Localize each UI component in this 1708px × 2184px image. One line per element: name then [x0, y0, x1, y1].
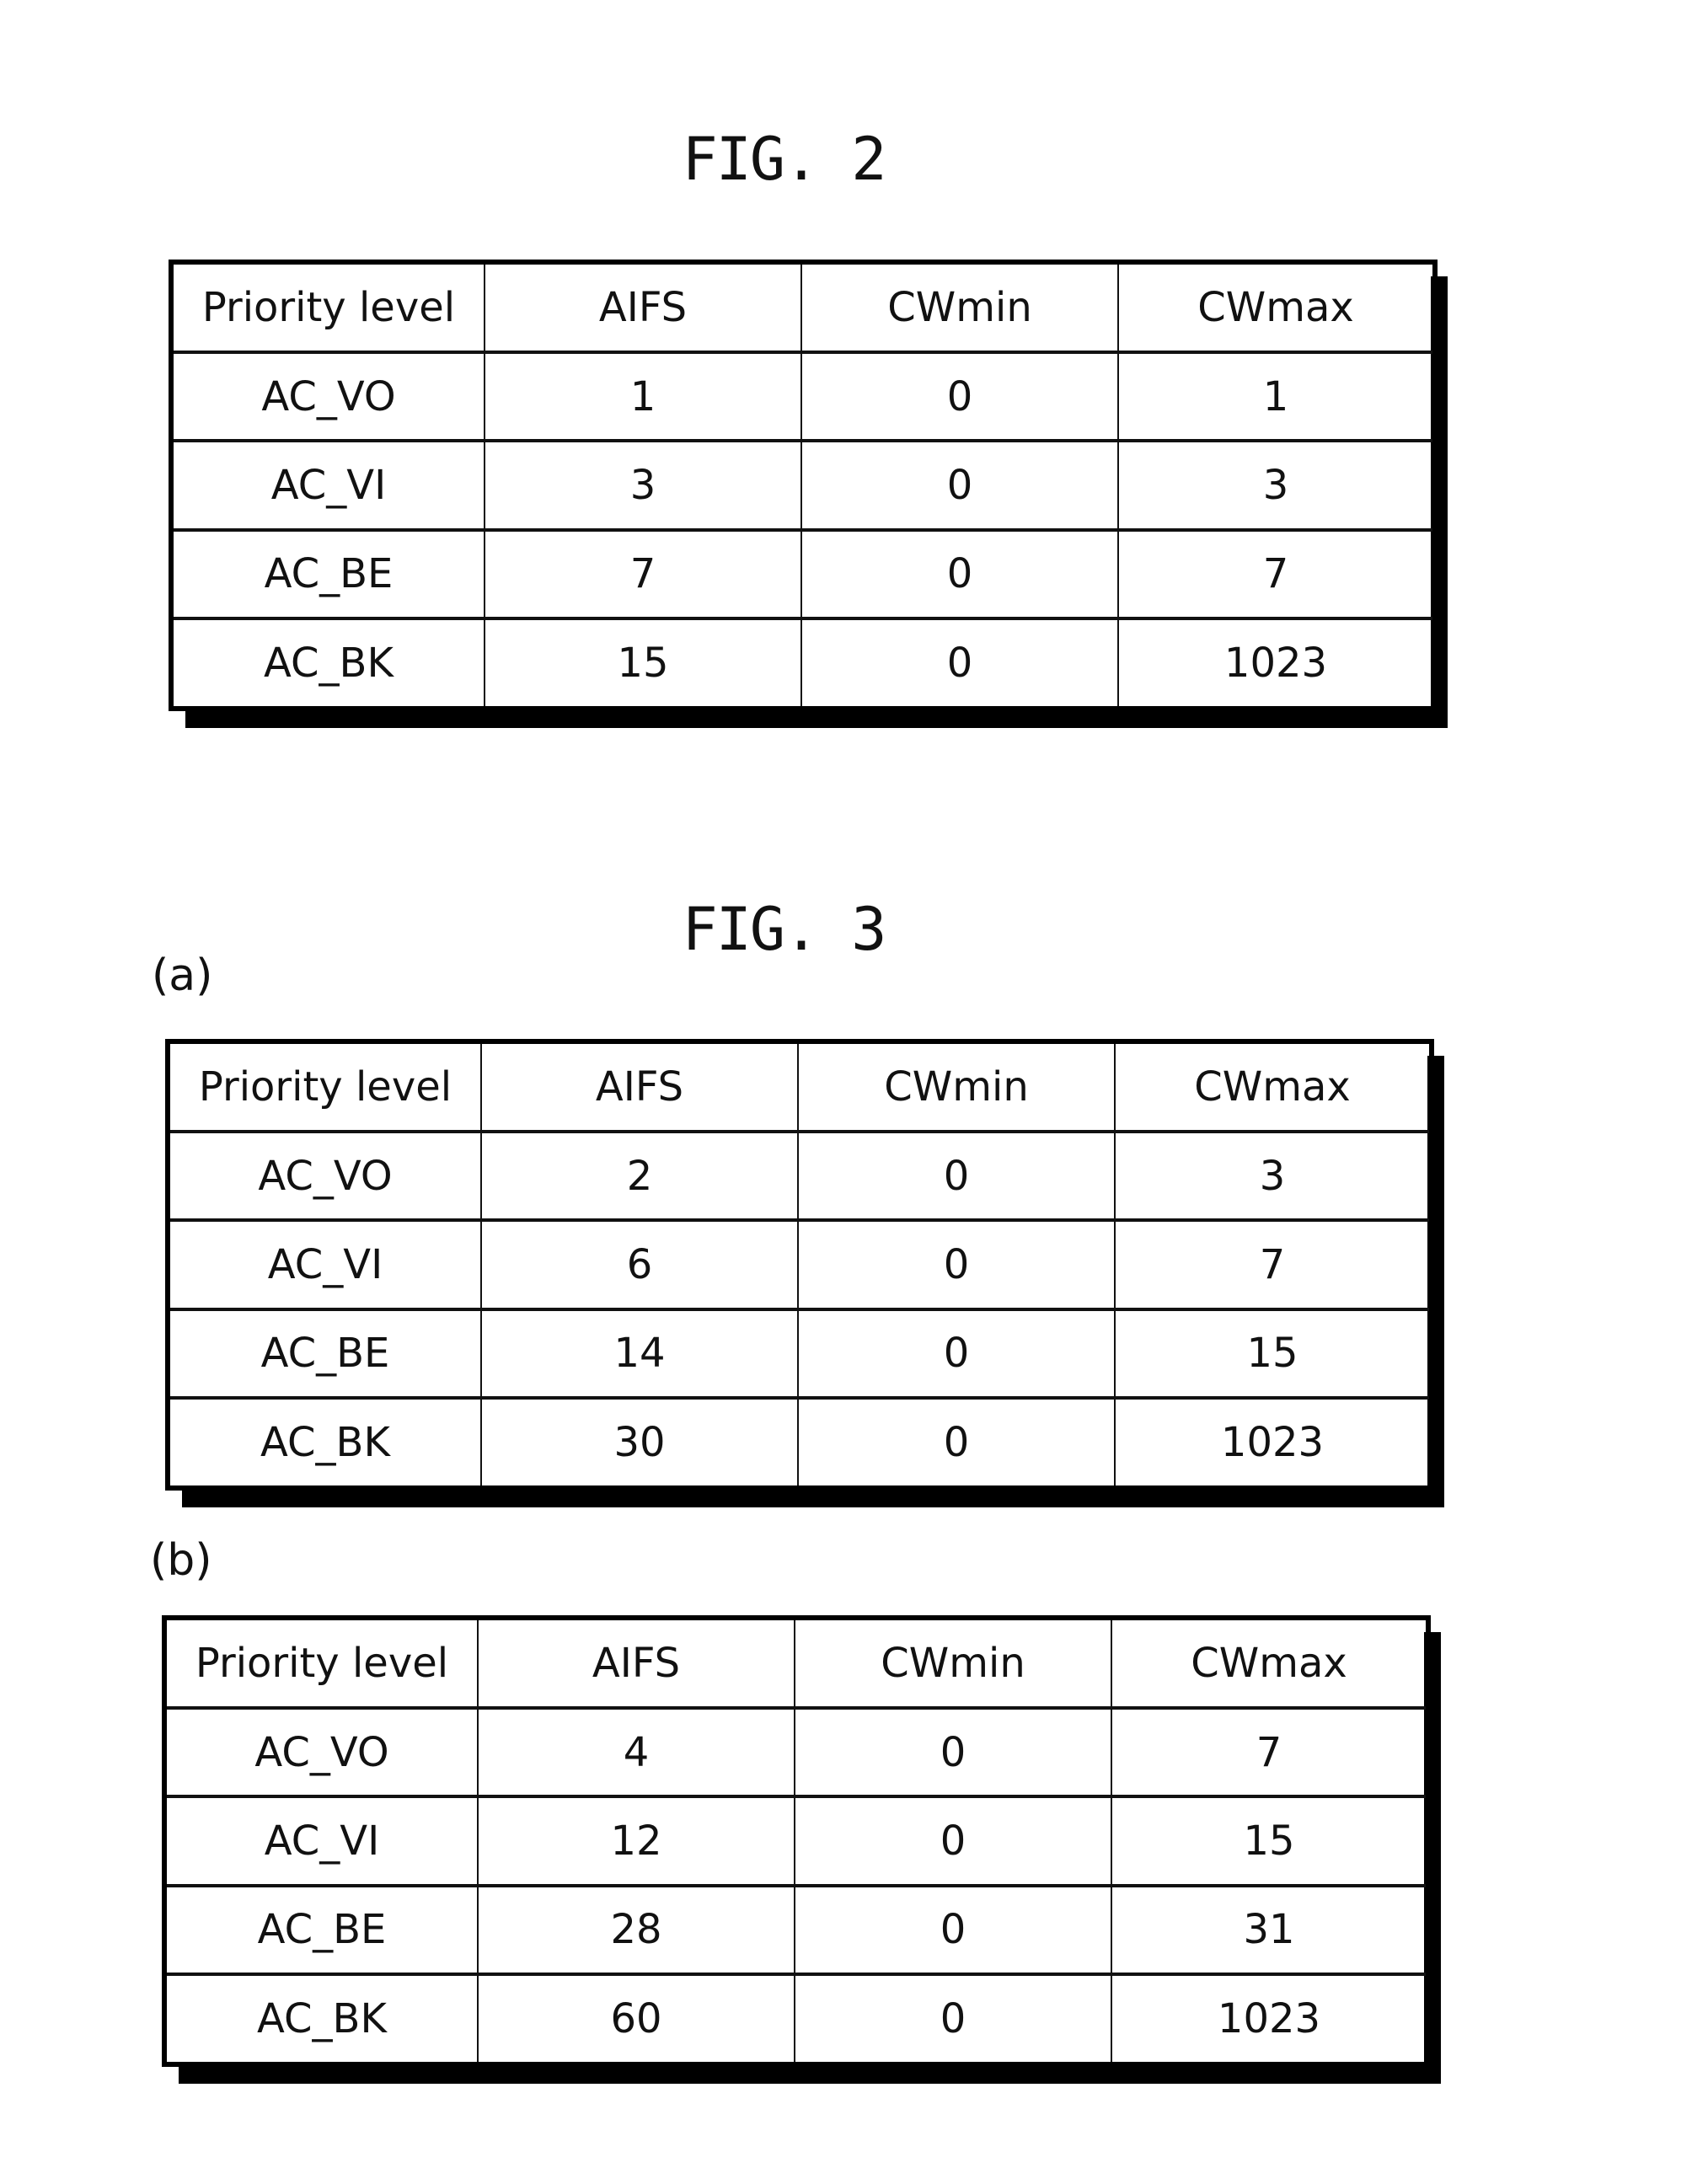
cell-cwmin: 0: [800, 440, 1119, 532]
table-row: AC_VO 1 0 1: [170, 351, 1436, 443]
cell-cwmax: 3: [1117, 440, 1436, 532]
header-cwmax: CWmax: [1117, 260, 1436, 355]
table-row: AC_VI 12 0 15: [163, 1796, 1429, 1887]
priority-table-fig3b: Priority level AIFS CWmin CWmax AC_VO 4 …: [162, 1615, 1431, 2067]
table-row: AC_VI 3 0 3: [170, 440, 1436, 532]
cell-cwmin: 0: [797, 1308, 1116, 1400]
cell-priority: AC_BK: [170, 617, 485, 710]
priority-table-fig2: Priority level AIFS CWmin CWmax AC_VO 1 …: [169, 260, 1438, 711]
header-cwmin: CWmin: [797, 1040, 1116, 1134]
cell-aifs: 7: [484, 528, 802, 620]
header-priority-level: Priority level: [170, 260, 485, 355]
cell-priority: AC_BE: [163, 1884, 479, 1976]
cell-cwmin: 0: [797, 1131, 1116, 1223]
cell-priority: AC_VI: [167, 1219, 482, 1311]
cell-cwmin: 0: [794, 1796, 1112, 1887]
cell-aifs: 2: [480, 1131, 799, 1223]
cell-priority: AC_BK: [167, 1396, 482, 1490]
cell-cwmax: 3: [1114, 1131, 1432, 1223]
cell-cwmin: 0: [797, 1396, 1116, 1490]
figure-title: FIG. 3: [682, 895, 887, 964]
cell-priority: AC_VO: [167, 1131, 482, 1223]
cell-cwmax: 15: [1114, 1308, 1432, 1400]
cell-cwmin: 0: [797, 1219, 1116, 1311]
header-cwmin: CWmin: [800, 260, 1119, 355]
cell-priority: AC_VO: [170, 351, 485, 443]
cell-aifs: 3: [484, 440, 802, 532]
cell-priority: AC_BE: [170, 528, 485, 620]
cell-aifs: 14: [480, 1308, 799, 1400]
parameter-table: Priority level AIFS CWmin CWmax AC_VO 4 …: [162, 1615, 1431, 2067]
parameter-table: Priority level AIFS CWmin CWmax AC_VO 2 …: [165, 1039, 1434, 1491]
cell-priority: AC_VI: [163, 1796, 479, 1887]
table-header-row: Priority level AIFS CWmin CWmax: [170, 260, 1436, 355]
table-row: AC_BE 14 0 15: [167, 1308, 1432, 1400]
cell-cwmin: 0: [794, 1707, 1112, 1799]
table-header-row: Priority level AIFS CWmin CWmax: [163, 1616, 1429, 1710]
cell-aifs: 4: [477, 1707, 795, 1799]
cell-cwmax: 7: [1111, 1707, 1429, 1799]
table-row: AC_BE 7 0 7: [170, 528, 1436, 620]
cell-cwmax: 15: [1111, 1796, 1429, 1887]
cell-aifs: 12: [477, 1796, 795, 1887]
figure-title: FIG. 2: [682, 125, 887, 194]
cell-cwmin: 0: [794, 1884, 1112, 1976]
header-cwmax: CWmax: [1114, 1040, 1432, 1134]
cell-priority: AC_VI: [170, 440, 485, 532]
header-aifs: AIFS: [477, 1616, 795, 1710]
cell-aifs: 30: [480, 1396, 799, 1490]
header-aifs: AIFS: [480, 1040, 799, 1134]
cell-priority: AC_BE: [167, 1308, 482, 1400]
cell-cwmax: 7: [1117, 528, 1436, 620]
cell-cwmax: 1023: [1114, 1396, 1432, 1490]
table-row: AC_BK 60 0 1023: [163, 1973, 1429, 2066]
cell-cwmax: 1023: [1111, 1973, 1429, 2066]
cell-cwmax: 7: [1114, 1219, 1432, 1311]
header-priority-level: Priority level: [167, 1040, 482, 1134]
cell-aifs: 60: [477, 1973, 795, 2066]
header-priority-level: Priority level: [163, 1616, 479, 1710]
priority-table-fig3a: Priority level AIFS CWmin CWmax AC_VO 2 …: [165, 1039, 1434, 1491]
header-aifs: AIFS: [484, 260, 802, 355]
header-cwmax: CWmax: [1111, 1616, 1429, 1710]
cell-aifs: 1: [484, 351, 802, 443]
table-header-row: Priority level AIFS CWmin CWmax: [167, 1040, 1432, 1134]
cell-cwmax: 31: [1111, 1884, 1429, 1976]
cell-priority: AC_BK: [163, 1973, 479, 2066]
cell-cwmax: 1023: [1117, 617, 1436, 710]
table-row: AC_VO 4 0 7: [163, 1707, 1429, 1799]
parameter-table: Priority level AIFS CWmin CWmax AC_VO 1 …: [169, 260, 1438, 711]
panel-label-b: (b): [150, 1535, 212, 1586]
table-row: AC_VO 2 0 3: [167, 1131, 1432, 1223]
table-row: AC_BK 30 0 1023: [167, 1396, 1432, 1490]
cell-aifs: 28: [477, 1884, 795, 1976]
cell-cwmax: 1: [1117, 351, 1436, 443]
cell-cwmin: 0: [800, 617, 1119, 710]
cell-priority: AC_VO: [163, 1707, 479, 1799]
table-row: AC_VI 6 0 7: [167, 1219, 1432, 1311]
cell-aifs: 15: [484, 617, 802, 710]
table-row: AC_BK 15 0 1023: [170, 617, 1436, 710]
cell-aifs: 6: [480, 1219, 799, 1311]
cell-cwmin: 0: [800, 351, 1119, 443]
panel-label-a: (a): [152, 950, 213, 1001]
header-cwmin: CWmin: [794, 1616, 1112, 1710]
table-row: AC_BE 28 0 31: [163, 1884, 1429, 1976]
cell-cwmin: 0: [794, 1973, 1112, 2066]
cell-cwmin: 0: [800, 528, 1119, 620]
